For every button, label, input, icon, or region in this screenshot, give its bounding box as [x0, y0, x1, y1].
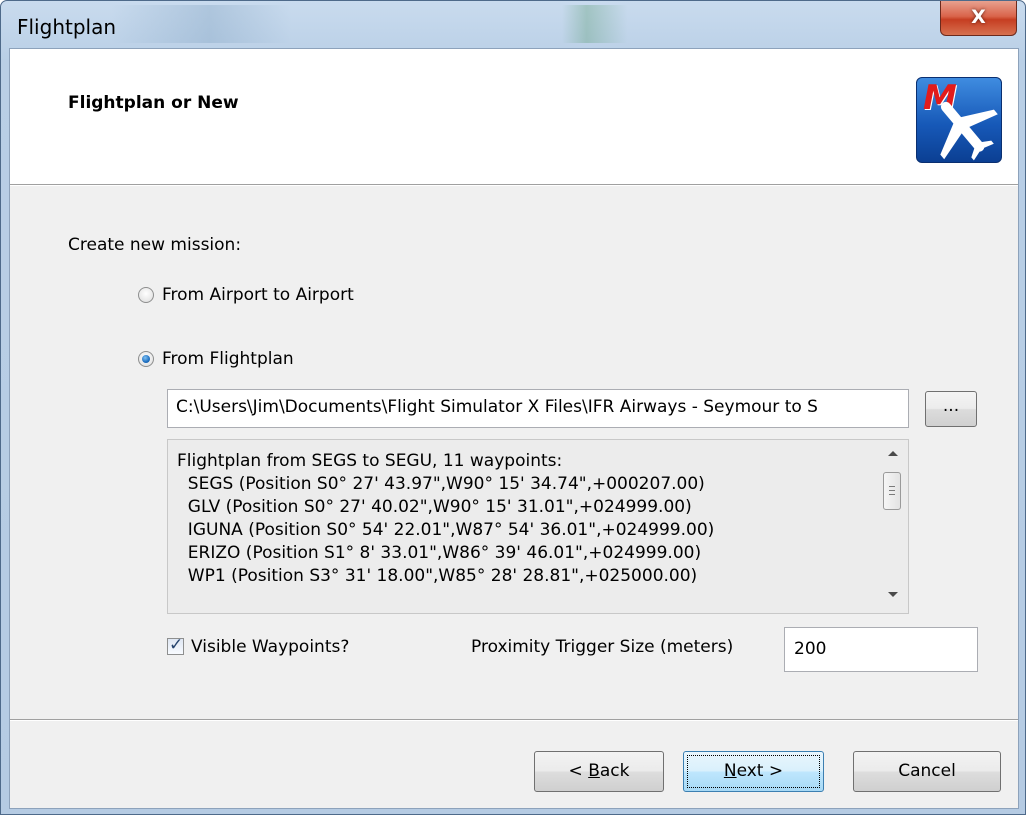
- vertical-scrollbar[interactable]: [878, 440, 908, 613]
- checkmark-icon: ✓: [169, 635, 184, 655]
- radio-flightplan-label: From Flightplan: [162, 349, 294, 369]
- visible-waypoints-checkbox[interactable]: ✓: [167, 635, 184, 655]
- next-button[interactable]: Next >: [683, 751, 824, 792]
- page-title: Flightplan or New: [68, 93, 239, 113]
- waypoint-list[interactable]: Flightplan from SEGS to SEGU, 11 waypoin…: [167, 439, 909, 614]
- radio-button-selected[interactable]: [138, 351, 154, 367]
- radio-airport-label: From Airport to Airport: [162, 285, 354, 305]
- dialog-window: Flightplan X Flightplan or New M Create …: [0, 0, 1026, 815]
- close-button[interactable]: X: [940, 1, 1017, 36]
- radio-button[interactable]: [138, 287, 154, 303]
- waypoint-line: ERIZO (Position S1° 8' 33.01",W86° 39' 4…: [177, 543, 702, 563]
- radio-from-flightplan[interactable]: From Flightplan: [138, 349, 294, 369]
- close-icon: X: [971, 6, 986, 28]
- proximity-label: Proximity Trigger Size (meters): [471, 637, 734, 657]
- create-mission-label: Create new mission:: [68, 235, 242, 255]
- footer-divider: [10, 719, 1018, 721]
- scroll-up-icon[interactable]: [888, 451, 898, 456]
- wizard-panel: Flightplan or New M Create new mission: …: [9, 48, 1019, 809]
- ellipsis-icon: ...: [942, 396, 960, 416]
- back-button[interactable]: < Back: [534, 751, 664, 792]
- header-divider: [10, 184, 1018, 186]
- radio-airport-to-airport[interactable]: From Airport to Airport: [138, 285, 354, 305]
- titlebar-background: [111, 5, 931, 43]
- cancel-button[interactable]: Cancel: [853, 751, 1001, 792]
- back-prefix: <: [568, 761, 589, 781]
- back-label: ack: [599, 761, 630, 781]
- waypoint-line: IGUNA (Position S0° 54' 22.01",W87° 54' …: [177, 520, 715, 540]
- scroll-down-icon[interactable]: [888, 592, 898, 597]
- focus-rect: [687, 755, 820, 788]
- scroll-thumb[interactable]: [883, 472, 901, 510]
- proximity-size-input[interactable]: 200: [784, 627, 978, 672]
- waypoint-line: Flightplan from SEGS to SEGU, 11 waypoin…: [177, 451, 563, 471]
- browse-button[interactable]: ...: [925, 391, 977, 427]
- wizard-header: Flightplan or New M: [10, 49, 1018, 184]
- airplane-icon: [940, 101, 998, 161]
- waypoint-line: WP1 (Position S3° 31' 18.00",W85° 28' 28…: [177, 566, 698, 586]
- visible-waypoints-label: Visible Waypoints?: [191, 637, 350, 657]
- app-logo-icon: M: [916, 77, 1002, 163]
- waypoint-line: SEGS (Position S0° 27' 43.97",W90° 15' 3…: [177, 474, 705, 494]
- waypoint-line: GLV (Position S0° 27' 40.02",W90° 15' 31…: [177, 497, 692, 517]
- back-accelerator: B: [588, 761, 600, 781]
- flightplan-path-input[interactable]: C:\Users\Jim\Documents\Flight Simulator …: [167, 389, 909, 428]
- waypoint-lines: Flightplan from SEGS to SEGU, 11 waypoin…: [177, 450, 714, 588]
- window-title: Flightplan: [17, 15, 117, 39]
